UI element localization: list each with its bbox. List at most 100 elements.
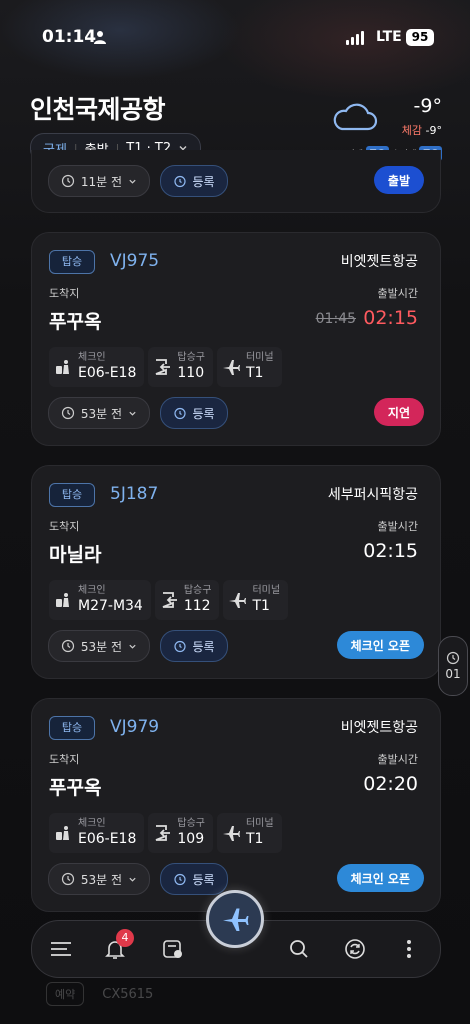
destination: 마닐라 [49, 544, 102, 566]
gate-icon [162, 592, 177, 608]
destination-label: 도착지 [49, 287, 80, 300]
notification-count-badge: 4 [116, 929, 134, 947]
flight-card[interactable]: 탑승 VJ979 비엣젯트항공 도착지 출발시간 푸꾸옥 02:20 체크인 E0… [31, 698, 441, 912]
register-button[interactable]: 등록 [160, 165, 228, 197]
updated-time: 53분 전 [80, 406, 123, 421]
temperature: -9° [413, 95, 442, 117]
clock-icon [61, 872, 75, 886]
alarm-icon [174, 873, 187, 886]
updated-time: 11분 전 [80, 174, 123, 189]
my-flights-button[interactable] [158, 934, 188, 964]
gate-icon [156, 825, 171, 841]
alarm-icon [174, 175, 187, 188]
register-button[interactable]: 등록 [160, 397, 228, 429]
updated-time-chip[interactable]: 53분 전 [48, 863, 150, 895]
terminal-info[interactable]: 터미널 T1 [223, 580, 289, 620]
clock-icon [61, 174, 75, 188]
chevron-down-icon [129, 411, 136, 416]
terminal-label: 터미널 [245, 818, 274, 829]
network-type: LTE [376, 29, 402, 45]
terminal-info[interactable]: 터미널 T1 [216, 813, 282, 853]
time-jump-tab[interactable]: 01 [438, 636, 468, 696]
info-row: 체크인 E06-E18 탑승구 110 터미널 T1 [49, 347, 282, 387]
clock: 01:14 [42, 27, 97, 47]
status-button[interactable]: 지연 [373, 398, 424, 426]
menu-button[interactable] [46, 934, 76, 964]
terminal-value: T1 [245, 831, 264, 847]
flights-fab[interactable] [206, 890, 264, 948]
luggage-person-icon [56, 360, 69, 374]
flight-card-partial[interactable]: 11분 전 등록 출발 [31, 150, 441, 213]
refresh-icon [345, 939, 365, 959]
status-label: 지연 [387, 405, 410, 420]
signal-icon [346, 31, 364, 45]
register-label: 등록 [192, 406, 215, 421]
checkin-label: 체크인 [78, 585, 106, 596]
info-row: 체크인 E06-E18 탑승구 109 터미널 T1 [49, 813, 282, 853]
register-label: 등록 [192, 174, 215, 189]
flight-number: VJ979 [110, 717, 160, 737]
gate-label: 탑승구 [177, 352, 205, 363]
ticket-user-icon [163, 940, 182, 958]
flight-card[interactable]: 탑승 5J187 세부퍼시픽항공 도착지 출발시간 마닐라 02:15 체크인 M… [31, 465, 441, 679]
terminal-info[interactable]: 터미널 T1 [216, 347, 282, 387]
updated-time-chip[interactable]: 53분 전 [48, 397, 150, 429]
gate-info[interactable]: 탑승구 112 [154, 580, 220, 620]
departure-time: 02:20 [363, 773, 418, 795]
register-label: 등록 [192, 872, 215, 887]
cloud-icon [333, 103, 378, 131]
checkin-info[interactable]: 체크인 M27-M34 [49, 580, 151, 620]
status-label: 체크인 오픈 [350, 871, 410, 886]
chevron-down-icon [129, 877, 136, 882]
chevron-down-icon [129, 179, 136, 184]
updated-time-chip[interactable]: 11분 전 [48, 165, 150, 197]
plane-icon [223, 908, 249, 931]
feels-like-label: 체감 [401, 124, 423, 137]
info-row: 체크인 M27-M34 탑승구 112 터미널 T1 [49, 580, 289, 620]
clock-icon [61, 639, 75, 653]
refresh-button[interactable] [340, 934, 370, 964]
gate-label: 탑승구 [177, 818, 205, 829]
flight-number: VJ975 [110, 251, 160, 271]
status-button[interactable]: 체크인 오픈 [336, 864, 424, 892]
search-button[interactable] [284, 934, 314, 964]
register-button[interactable]: 등록 [160, 863, 228, 895]
menu-icon [51, 942, 71, 956]
alarm-icon [174, 640, 187, 653]
more-button[interactable] [394, 934, 424, 964]
register-button[interactable]: 등록 [160, 630, 228, 662]
feels-like: 체감 -9° [402, 122, 442, 138]
destination-label: 도착지 [49, 753, 80, 766]
gate-value: 110 [177, 365, 205, 381]
departure-time-label: 출발시간 [377, 520, 418, 533]
departure-time-label: 출발시간 [377, 753, 418, 766]
checkin-info[interactable]: 체크인 E06-E18 [49, 813, 145, 853]
plane-icon [222, 360, 240, 375]
gate-info[interactable]: 탑승구 109 [148, 813, 213, 853]
scheduled-time: 01:45 [315, 311, 356, 327]
status-button[interactable]: 체크인 오픈 [336, 631, 424, 659]
battery-icon: 95 [406, 29, 434, 46]
terminal-value: T1 [252, 598, 270, 614]
luggage-person-icon [56, 593, 69, 607]
clock-icon [446, 651, 460, 665]
airport-title[interactable]: 인천국제공항 [30, 90, 166, 126]
plane-icon [229, 593, 247, 608]
updated-time: 53분 전 [80, 872, 123, 887]
status-bar: 01:14 LTE 95 [0, 0, 470, 76]
plane-icon [222, 826, 240, 841]
gate-value: 112 [183, 598, 211, 614]
gate-icon [156, 359, 171, 375]
gate-info[interactable]: 탑승구 110 [148, 347, 213, 387]
checkin-info[interactable]: 체크인 E06-E18 [49, 347, 145, 387]
status-button[interactable]: 출발 [373, 166, 424, 194]
terminal-label: 터미널 [252, 585, 281, 596]
register-label: 등록 [192, 639, 215, 654]
board-type-badge: 탑승 [49, 250, 95, 274]
departure-time-label: 출발시간 [377, 287, 418, 300]
time-jump-label: 01 [445, 667, 461, 681]
updated-time-chip[interactable]: 53분 전 [48, 630, 150, 662]
checkin-label: 체크인 [78, 352, 106, 363]
feels-like-value: -9° [425, 124, 442, 137]
flight-card[interactable]: 탑승 VJ975 비엣젯트항공 도착지 출발시간 푸꾸옥 01:45 02:15… [31, 232, 441, 446]
